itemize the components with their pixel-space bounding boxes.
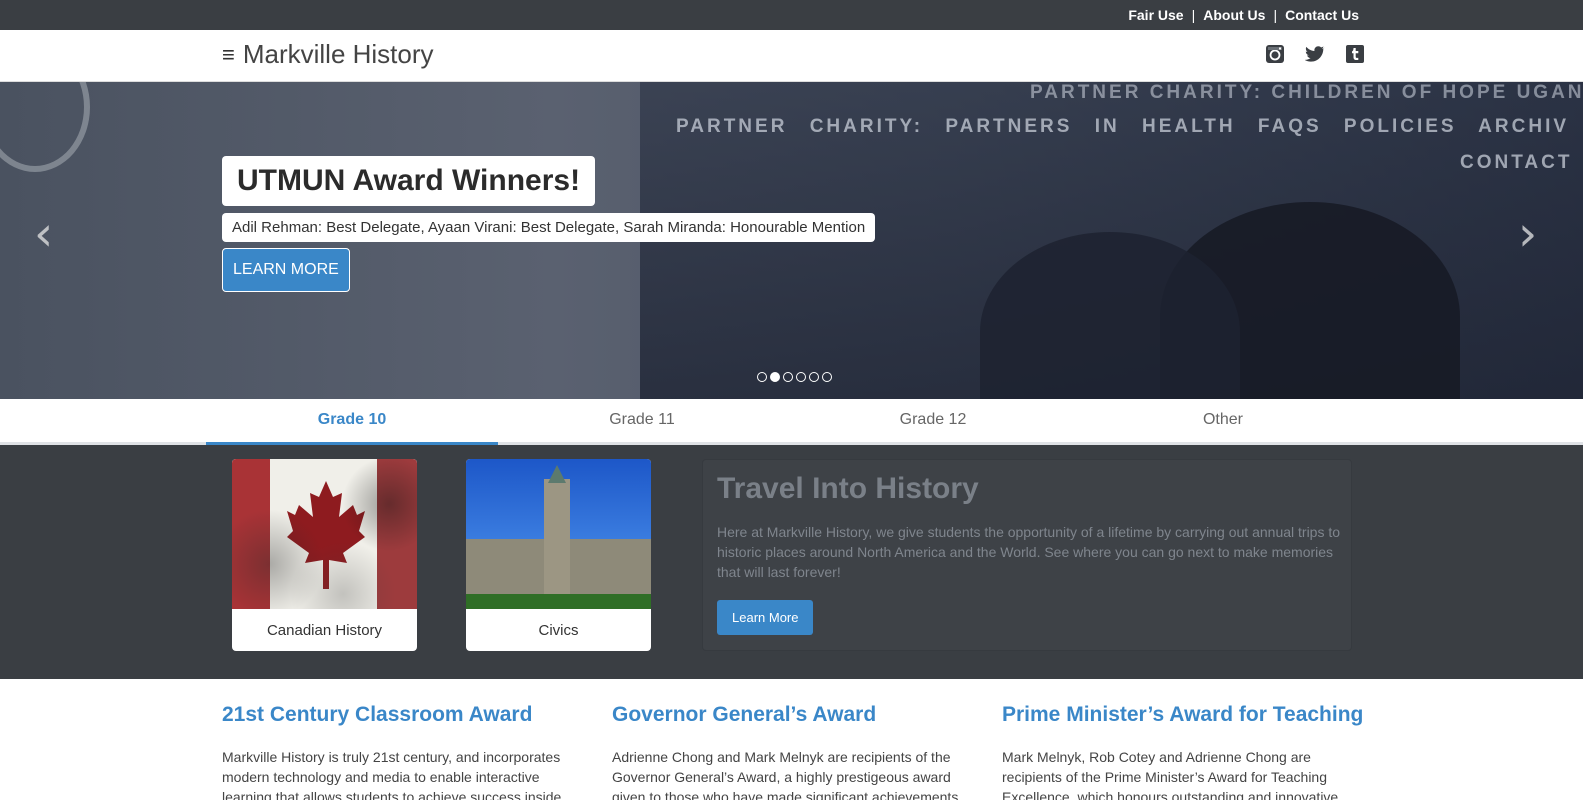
hamburger-icon[interactable]: ≡ bbox=[222, 43, 235, 66]
fair-use-link[interactable]: Fair Use bbox=[1128, 7, 1183, 23]
award-title[interactable]: Governor General’s Award bbox=[612, 703, 972, 727]
link-separator: | bbox=[1191, 7, 1196, 23]
instagram-icon[interactable] bbox=[1265, 44, 1285, 64]
award-description: Markville History is truly 21st century,… bbox=[222, 749, 562, 800]
hero-sign-text: CONTACT bbox=[1460, 152, 1573, 173]
top-utility-bar: Fair Use | About Us | Contact Us bbox=[0, 0, 1583, 30]
tab-other[interactable]: Other bbox=[1077, 399, 1369, 445]
carousel-dot[interactable] bbox=[783, 372, 793, 382]
link-separator: | bbox=[1273, 7, 1278, 23]
carousel-dot[interactable] bbox=[822, 372, 832, 382]
tumblr-icon[interactable] bbox=[1345, 44, 1365, 64]
award-description: Mark Melnyk, Rob Cotey and Adrienne Chon… bbox=[1002, 749, 1339, 800]
hero-sign-text: PARTNER CHARITY: CHILDREN OF HOPE UGAN bbox=[1030, 82, 1583, 103]
parliament-building-image bbox=[466, 459, 651, 609]
brand[interactable]: ≡ Markville History bbox=[222, 39, 434, 70]
award-description: Adrienne Chong and Mark Melnyk are recip… bbox=[612, 749, 959, 800]
travel-learn-more-button[interactable]: Learn More bbox=[717, 600, 814, 635]
site-header: ≡ Markville History bbox=[0, 30, 1583, 82]
contact-us-link[interactable]: Contact Us bbox=[1285, 7, 1359, 23]
site-title[interactable]: Markville History bbox=[243, 39, 434, 70]
carousel-dot-active[interactable] bbox=[770, 372, 780, 382]
carousel-dot[interactable] bbox=[809, 372, 819, 382]
travel-promo: Travel Into History Here at Markville Hi… bbox=[702, 459, 1352, 651]
carousel-prev-icon[interactable]: ‹ bbox=[34, 210, 53, 258]
travel-title: Travel Into History bbox=[717, 472, 979, 505]
award-column: Governor General’s Award Adrienne Chong … bbox=[612, 703, 972, 800]
grade-tabs: Grade 10 Grade 11 Grade 12 Other bbox=[0, 399, 1583, 445]
carousel-dot[interactable] bbox=[757, 372, 767, 382]
slide-learn-more-button[interactable]: LEARN MORE bbox=[222, 248, 350, 292]
carousel-indicators bbox=[757, 372, 832, 382]
carousel-next-icon[interactable]: › bbox=[1518, 210, 1537, 258]
twitter-icon[interactable] bbox=[1305, 44, 1325, 64]
award-title[interactable]: 21st Century Classroom Award bbox=[222, 703, 582, 727]
social-links bbox=[1265, 44, 1365, 64]
about-us-link[interactable]: About Us bbox=[1203, 7, 1265, 23]
slide-subtitle: Adil Rehman: Best Delegate, Ayaan Virani… bbox=[222, 213, 876, 242]
tab-grade-11[interactable]: Grade 11 bbox=[496, 399, 788, 445]
award-title[interactable]: Prime Minister’s Award for Teaching bbox=[1002, 703, 1363, 727]
course-card-canadian-history[interactable]: Canadian History bbox=[232, 459, 417, 651]
hero-sign-text: PARTNER CHARITY: PARTNERS IN HEALTH FAQS… bbox=[676, 116, 1570, 137]
carousel-dot[interactable] bbox=[796, 372, 806, 382]
award-column: Prime Minister’s Award for Teaching Mark… bbox=[1002, 703, 1363, 800]
card-label[interactable]: Civics bbox=[466, 609, 651, 651]
hero-carousel: PARTNER CHARITY: CHILDREN OF HOPE UGAN P… bbox=[0, 82, 1583, 399]
canadian-flag-image bbox=[232, 459, 417, 609]
utility-links: Fair Use | About Us | Contact Us bbox=[1128, 7, 1359, 23]
slide-title: UTMUN Award Winners! bbox=[222, 156, 596, 206]
course-card-civics[interactable]: Civics bbox=[466, 459, 651, 651]
award-column: 21st Century Classroom Award Markville H… bbox=[222, 703, 582, 800]
tab-grade-12[interactable]: Grade 12 bbox=[787, 399, 1079, 445]
card-label[interactable]: Canadian History bbox=[232, 609, 417, 651]
tab-grade-10[interactable]: Grade 10 bbox=[206, 399, 498, 445]
course-panel: Canadian History Civics Travel Into Hist… bbox=[0, 445, 1583, 679]
travel-description: Here at Markville History, we give stude… bbox=[717, 524, 1341, 580]
hero-logo-mark bbox=[0, 82, 90, 172]
